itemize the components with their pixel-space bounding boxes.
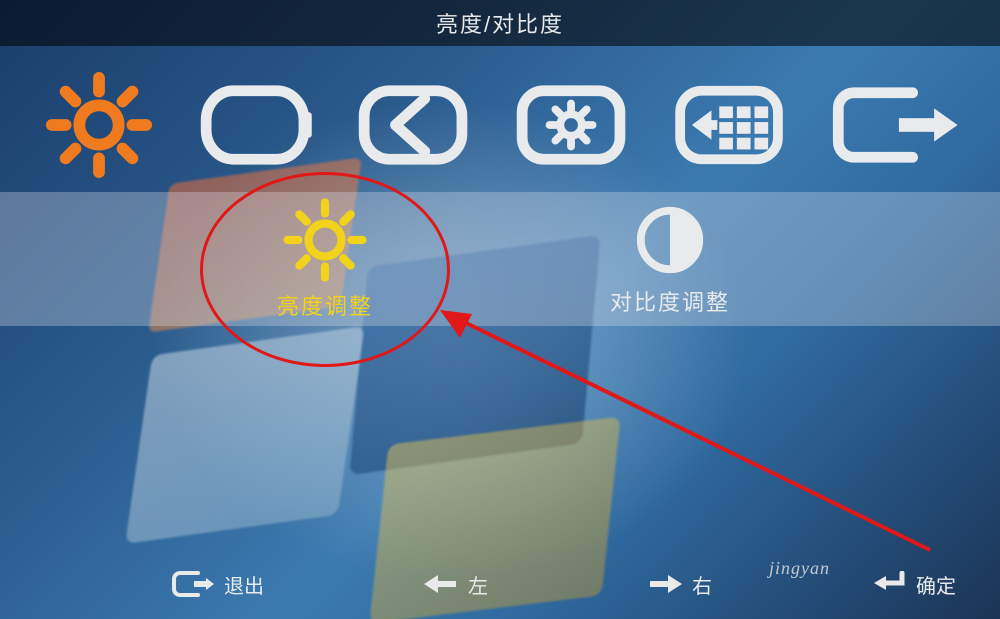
grid-box-icon [672, 81, 790, 169]
osd-hint-bar: 退出 左 右 确定 [0, 559, 1000, 609]
tab-osd-settings[interactable] [672, 81, 790, 169]
hint-exit-label: 退出 [224, 570, 264, 599]
contrast-icon [631, 201, 709, 279]
osd-title-bar: 亮度/对比度 [0, 0, 1000, 46]
exit-icon [830, 81, 960, 169]
enter-icon [872, 571, 906, 597]
osd-title: 亮度/对比度 [436, 7, 564, 39]
sun-icon [279, 197, 371, 283]
hint-left-label: 左 [468, 570, 488, 599]
hint-right: 右 [648, 570, 712, 599]
osd-tab-row [0, 60, 1000, 190]
hint-right-label: 右 [692, 570, 712, 599]
tab-brightness-contrast[interactable] [40, 70, 158, 180]
tab-picture[interactable] [198, 81, 316, 169]
gear-box-icon [514, 81, 632, 169]
submenu-contrast[interactable]: 对比度调整 [560, 192, 780, 326]
sun-icon [40, 70, 158, 180]
hint-ok: 确定 [872, 570, 956, 599]
submenu-contrast-label: 对比度调整 [610, 285, 730, 317]
tab-geometry[interactable] [356, 81, 474, 169]
submenu-brightness-label: 亮度调整 [277, 289, 373, 321]
submenu-brightness[interactable]: 亮度调整 [215, 192, 435, 326]
geometry-icon [356, 81, 474, 169]
hint-ok-label: 确定 [916, 570, 956, 599]
exit-icon [170, 569, 214, 599]
arrow-right-icon [648, 572, 682, 596]
wallpaper-pane [125, 326, 365, 544]
tab-color-settings[interactable] [514, 81, 632, 169]
arrow-left-icon [424, 572, 458, 596]
watermark: jingyan [769, 558, 830, 579]
screen-icon [198, 81, 316, 169]
hint-left: 左 [424, 570, 488, 599]
hint-exit: 退出 [170, 569, 264, 599]
tab-exit[interactable] [830, 81, 960, 169]
monitor-osd-screen: 亮度/对比度 [0, 0, 1000, 619]
osd-submenu: 亮度调整 对比度调整 [0, 192, 1000, 326]
